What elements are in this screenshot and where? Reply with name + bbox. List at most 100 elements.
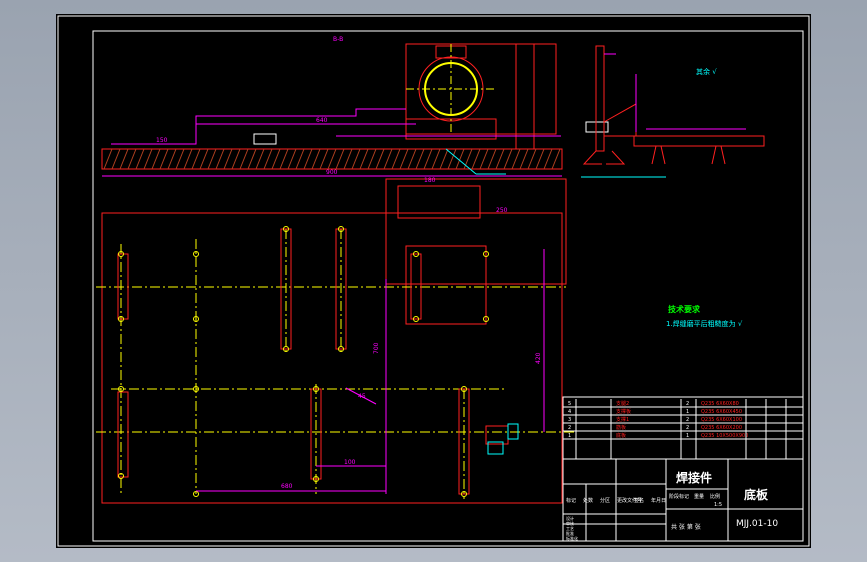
hatch-line — [391, 148, 401, 170]
bracket-outline — [385, 178, 567, 285]
hatch-line — [479, 148, 489, 170]
drawing-canvas: 150 640 900 B-B 其余 √ 700 420 680 100 45 … — [57, 15, 810, 547]
hatch-line — [463, 148, 473, 170]
hatch-line — [431, 148, 441, 170]
bom-qty: 2 — [686, 417, 689, 423]
vertical-support — [595, 45, 605, 152]
signature-labels: 设计审核工艺批准标准化 — [566, 515, 578, 541]
bracket-plate — [405, 245, 487, 325]
hatch-line — [415, 148, 425, 170]
plan-view: 700 420 680 100 45 250 180 — [96, 177, 576, 504]
right-side-view: 其余 √ — [581, 45, 765, 178]
dim-420: 420 — [535, 352, 542, 364]
bom-material: Q235 6X60X80 — [701, 401, 739, 407]
hatch-line — [455, 148, 465, 170]
datum-box-2 — [585, 121, 609, 133]
hatch-line — [367, 148, 377, 170]
hatch-line — [167, 148, 177, 170]
hatch-line — [551, 148, 561, 170]
hatch-line — [295, 148, 305, 170]
hatch-line — [183, 148, 193, 170]
tech-req-title: 技术要求 — [668, 304, 701, 314]
bom-name: 支撑板 — [616, 408, 631, 415]
bom-no: 5 — [568, 401, 571, 407]
bom-material: Q235 6X60X100 — [701, 417, 742, 423]
hatch-line — [191, 148, 201, 170]
bom-qty: 2 — [686, 425, 689, 431]
title-block: 5 支腿2 2 Q235 6X60X80 4 支撑板 1 Q235 6X60X450 3 支撑1 2… — [562, 396, 804, 542]
hatch-line — [383, 148, 393, 170]
marker-box-red — [485, 425, 509, 445]
hatch-line — [399, 148, 409, 170]
dim-45: 45 — [358, 393, 366, 400]
cad-viewport[interactable]: 150 640 900 B-B 其余 √ 700 420 680 100 45 … — [0, 0, 867, 562]
hatch-line — [519, 148, 529, 170]
hatch-line — [287, 148, 297, 170]
weight-label: 重量 — [694, 493, 704, 500]
hatch-line — [119, 148, 129, 170]
leg-far-2 — [720, 145, 726, 165]
hatch-line — [327, 148, 337, 170]
bom-table: 5 支腿2 2 Q235 6X60X80 4 支撑板 1 Q235 6X60X450 3 支撑1 2… — [563, 399, 803, 459]
hatch-line — [503, 148, 513, 170]
bom-material: Q235 10X500X900 — [701, 433, 748, 439]
hatch-line — [527, 148, 537, 170]
dim-900: 900 — [326, 169, 338, 176]
hatch-line — [279, 148, 289, 170]
step-dim-2 — [195, 108, 406, 124]
leg-far-1 — [711, 145, 717, 165]
section-label: B-B — [333, 36, 343, 43]
roughness-note: 其余 √ — [696, 67, 717, 76]
assembly-name: 焊接件 — [676, 470, 712, 485]
dim-700: 700 — [373, 342, 380, 354]
bom-material: Q235 6X60X450 — [701, 409, 742, 415]
bom-no: 4 — [568, 409, 571, 415]
hatch-line — [247, 148, 257, 170]
hatch-line — [159, 148, 169, 170]
bom-no: 2 — [568, 425, 571, 431]
hatch-line — [407, 148, 417, 170]
hatch-line — [135, 148, 145, 170]
hatch-line — [343, 148, 353, 170]
hatch-line — [207, 148, 217, 170]
leg-mid-2 — [660, 145, 666, 165]
dim-680: 680 — [281, 483, 293, 490]
base-plate-outline — [101, 212, 563, 504]
rev-label: 分区 — [600, 497, 610, 504]
slot-lower-left — [117, 391, 129, 478]
bom-name: 底板 — [616, 432, 626, 439]
hatch-line — [303, 148, 313, 170]
dim-250: 250 — [496, 207, 508, 214]
hatch-line — [111, 148, 121, 170]
hatch-line — [255, 148, 265, 170]
hatch-line — [351, 148, 361, 170]
hatch-line — [271, 148, 281, 170]
hatch-pattern — [103, 148, 561, 170]
dim-180: 180 — [424, 177, 436, 184]
hatch-line — [359, 148, 369, 170]
rev-label: 年月日 — [651, 497, 666, 504]
bom-name: 支撑1 — [616, 416, 629, 423]
bom-qty: 2 — [686, 401, 689, 407]
rev-label: 处数 — [583, 497, 593, 504]
hatch-line — [487, 148, 497, 170]
hatch-line — [543, 148, 553, 170]
side-base-plate — [633, 135, 765, 147]
datum-box — [253, 133, 277, 145]
rev-label: 标记 — [566, 497, 576, 504]
hatch-line — [471, 148, 481, 170]
bolt-holes — [118, 226, 489, 497]
tech-requirements: 技术要求 1.焊缝磨平后粗糙度为 √ — [666, 304, 743, 328]
hatch-line — [127, 148, 137, 170]
sign-label: 标准化 — [566, 535, 578, 541]
tech-req-item: 1.焊缝磨平后粗糙度为 √ — [666, 319, 743, 328]
bom-qty: 1 — [686, 409, 689, 415]
scale-label: 比例 — [710, 493, 720, 500]
bom-no: 1 — [568, 433, 571, 439]
scale-value: 1:5 — [714, 502, 722, 508]
side-elevation-view: 150 640 900 B-B — [101, 36, 609, 177]
hatch-line — [223, 148, 233, 170]
hatch-line — [535, 148, 545, 170]
hatch-line — [311, 148, 321, 170]
hatch-line — [263, 148, 273, 170]
